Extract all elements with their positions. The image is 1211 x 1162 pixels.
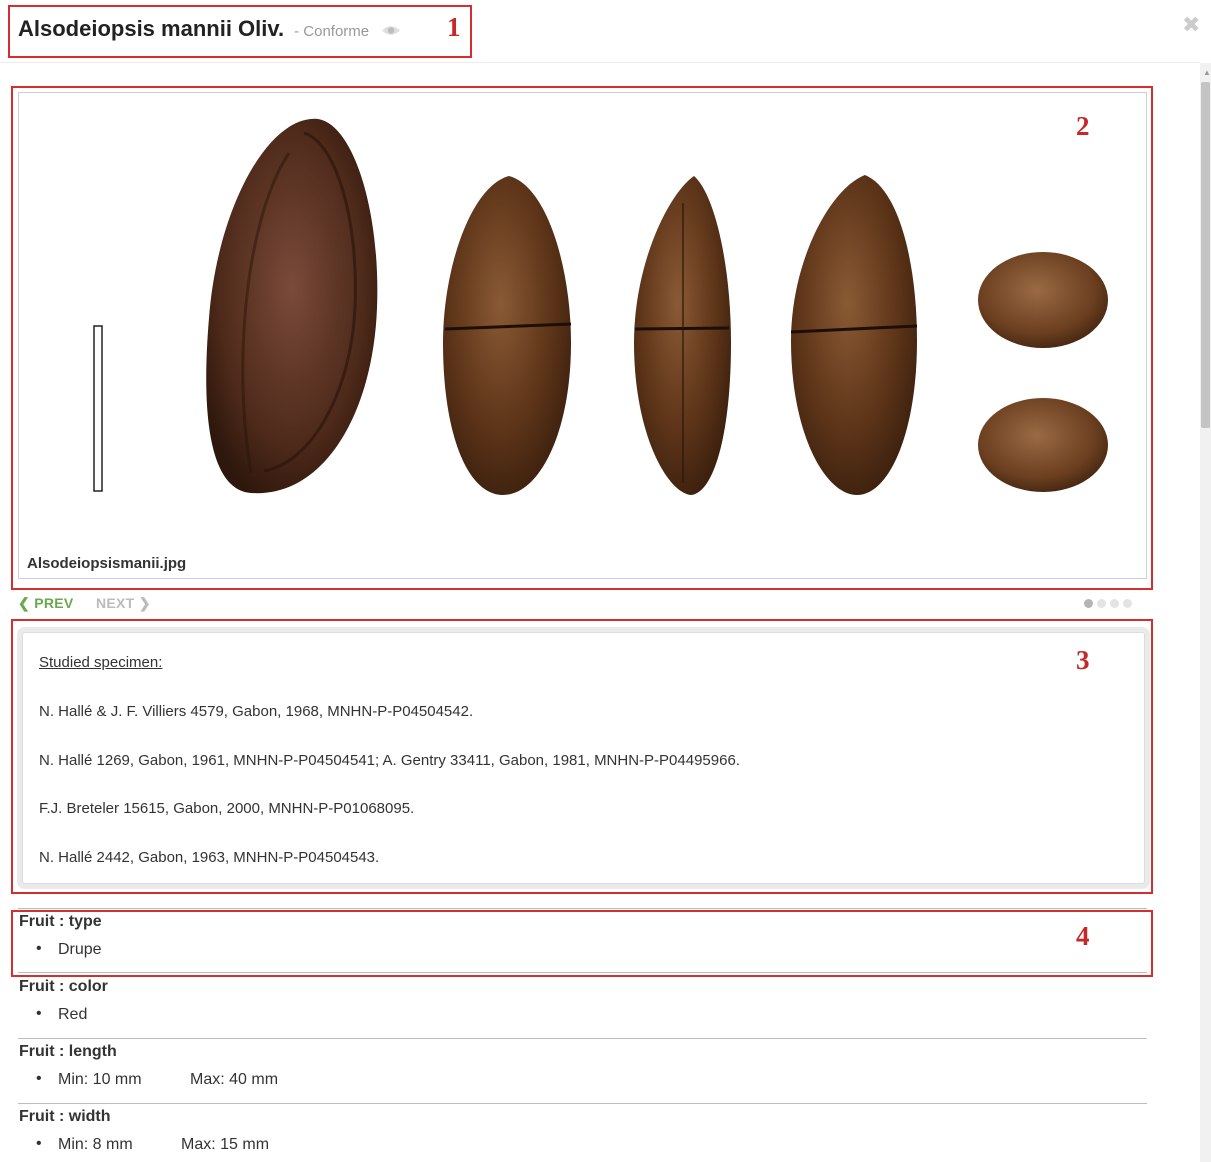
status-label: - Conforme — [294, 23, 370, 40]
specimen-reference: F.J. Breteler 15615, Gabon, 2000, MNHN-P… — [39, 800, 415, 817]
specimen-reference: N. Hallé 2442, Gabon, 1963, MNHN-P-P0450… — [39, 849, 380, 866]
attribute-value-min: Min: 10 mm — [58, 1071, 142, 1088]
specimen-reference: N. Hallé & J. F. Villiers 4579, Gabon, 1… — [39, 703, 474, 720]
attribute-value-max: Max: 40 mm — [190, 1071, 279, 1088]
pagination-dot[interactable] — [1110, 599, 1119, 608]
image-filename: Alsodeiopsismanii.jpg — [27, 555, 187, 572]
attribute-value-max: Max: 15 mm — [181, 1136, 270, 1153]
attribute-value: Drupe — [58, 941, 102, 958]
prev-label: PREV — [34, 595, 74, 611]
next-button[interactable]: NEXT ❯ — [96, 595, 151, 612]
eye-icon[interactable] — [381, 24, 401, 42]
bullet-icon: • — [36, 1070, 42, 1087]
attribute-value-min: Min: 8 mm — [58, 1136, 133, 1153]
bullet-icon: • — [36, 1135, 42, 1152]
page-title: Alsodeiopsis mannii Oliv. — [18, 16, 285, 41]
annotation-box-4 — [11, 910, 1153, 977]
attribute-title: Fruit : length — [19, 1043, 117, 1060]
annotation-number-3: 3 — [1076, 645, 1090, 675]
specimen-reference: N. Hallé 1269, Gabon, 1961, MNHN-P-P0450… — [39, 752, 740, 769]
header-divider — [0, 62, 1200, 63]
attribute-title: Fruit : color — [19, 978, 108, 995]
bullet-icon: • — [36, 940, 42, 957]
attribute-title: Fruit : type — [19, 913, 102, 930]
title-bar: Alsodeiopsis mannii Oliv. - Conforme — [18, 16, 401, 42]
pagination-dot[interactable] — [1084, 599, 1093, 608]
prev-button[interactable]: ❮ PREV — [18, 595, 74, 612]
close-icon[interactable]: ✖ — [1182, 14, 1200, 36]
attribute-title: Fruit : width — [19, 1108, 111, 1125]
specimen-image — [93, 118, 1108, 495]
scroll-up-icon[interactable]: ▲ — [1203, 68, 1211, 77]
gallery-pagination-dots — [1084, 599, 1132, 608]
chevron-right-icon: ❯ — [138, 595, 151, 611]
attribute-divider — [18, 908, 1147, 909]
scrollbar-thumb[interactable] — [1201, 82, 1210, 428]
attribute-divider — [18, 972, 1147, 973]
annotation-number-4: 4 — [1076, 921, 1090, 951]
pagination-dot[interactable] — [1123, 599, 1132, 608]
next-label: NEXT — [96, 595, 135, 611]
annotation-number-1: 1 — [447, 12, 461, 42]
pagination-dot[interactable] — [1097, 599, 1106, 608]
bullet-icon: • — [36, 1005, 42, 1022]
specimen-image-frame[interactable]: Alsodeiopsismanii.jpg — [18, 92, 1147, 579]
attribute-value: Red — [58, 1006, 88, 1023]
attribute-divider — [18, 1103, 1147, 1104]
attribute-divider — [18, 1038, 1147, 1039]
annotation-number-2: 2 — [1076, 111, 1090, 141]
specimen-heading: Studied specimen: — [39, 654, 163, 671]
chevron-left-icon: ❮ — [18, 595, 31, 611]
studied-specimen-panel: Studied specimen: N. Hallé & J. F. Villi… — [22, 632, 1145, 884]
